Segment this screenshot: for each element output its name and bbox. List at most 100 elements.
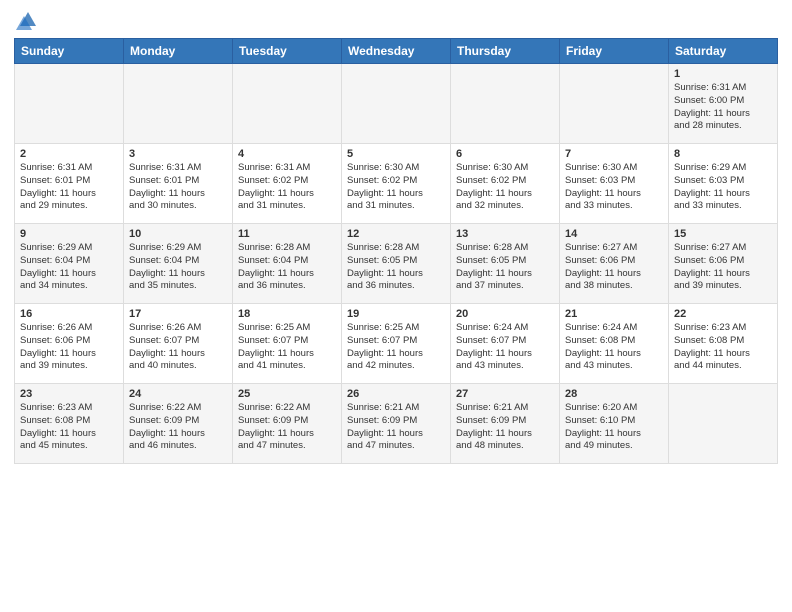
day-info: Sunrise: 6:30 AM Sunset: 6:03 PM Dayligh… — [565, 162, 663, 213]
day-info: Sunrise: 6:21 AM Sunset: 6:09 PM Dayligh… — [347, 402, 445, 453]
day-cell-6: 6 Sunrise: 6:30 AM Sunset: 6:02 PM Daylig… — [451, 144, 560, 224]
day-info: Sunrise: 6:27 AM Sunset: 6:06 PM Dayligh… — [565, 242, 663, 293]
week-row-4: 16 Sunrise: 6:26 AM Sunset: 6:06 PM Dayli… — [15, 304, 778, 384]
day-info: Sunrise: 6:30 AM Sunset: 6:02 PM Dayligh… — [347, 162, 445, 213]
day-number: 20 — [456, 308, 554, 320]
day-info: Sunrise: 6:22 AM Sunset: 6:09 PM Dayligh… — [238, 402, 336, 453]
day-number: 8 — [674, 148, 772, 160]
empty-cell — [233, 64, 342, 144]
calendar-table: SundayMondayTuesdayWednesdayThursdayFrid… — [14, 38, 778, 464]
day-cell-17: 17 Sunrise: 6:26 AM Sunset: 6:07 PM Dayli… — [124, 304, 233, 384]
day-number: 16 — [20, 308, 118, 320]
col-header-friday: Friday — [560, 39, 669, 64]
day-number: 5 — [347, 148, 445, 160]
day-cell-24: 24 Sunrise: 6:22 AM Sunset: 6:09 PM Dayli… — [124, 384, 233, 464]
day-info: Sunrise: 6:23 AM Sunset: 6:08 PM Dayligh… — [20, 402, 118, 453]
logo — [14, 14, 40, 32]
day-info: Sunrise: 6:21 AM Sunset: 6:09 PM Dayligh… — [456, 402, 554, 453]
day-number: 21 — [565, 308, 663, 320]
empty-cell — [342, 64, 451, 144]
day-cell-2: 2Sunrise: 6:31 AM Sunset: 6:01 PM Daylig… — [15, 144, 124, 224]
day-info: Sunrise: 6:31 AM Sunset: 6:02 PM Dayligh… — [238, 162, 336, 213]
day-cell-22: 22 Sunrise: 6:23 AM Sunset: 6:08 PM Dayli… — [669, 304, 778, 384]
day-cell-14: 14 Sunrise: 6:27 AM Sunset: 6:06 PM Dayli… — [560, 224, 669, 304]
day-cell-13: 13Sunrise: 6:28 AM Sunset: 6:05 PM Dayli… — [451, 224, 560, 304]
day-number: 6 — [456, 148, 554, 160]
day-cell-26: 26 Sunrise: 6:21 AM Sunset: 6:09 PM Dayli… — [342, 384, 451, 464]
day-number: 14 — [565, 228, 663, 240]
day-number: 28 — [565, 388, 663, 400]
day-info: Sunrise: 6:24 AM Sunset: 6:08 PM Dayligh… — [565, 322, 663, 373]
day-info: Sunrise: 6:23 AM Sunset: 6:08 PM Dayligh… — [674, 322, 772, 373]
day-info: Sunrise: 6:28 AM Sunset: 6:04 PM Dayligh… — [238, 242, 336, 293]
day-cell-11: 11Sunrise: 6:28 AM Sunset: 6:04 PM Dayli… — [233, 224, 342, 304]
day-info: Sunrise: 6:28 AM Sunset: 6:05 PM Dayligh… — [347, 242, 445, 293]
logo-icon — [16, 8, 40, 32]
day-cell-27: 27 Sunrise: 6:21 AM Sunset: 6:09 PM Dayli… — [451, 384, 560, 464]
day-info: Sunrise: 6:30 AM Sunset: 6:02 PM Dayligh… — [456, 162, 554, 213]
col-header-sunday: Sunday — [15, 39, 124, 64]
logo-text — [14, 14, 40, 32]
day-cell-19: 19 Sunrise: 6:25 AM Sunset: 6:07 PM Dayli… — [342, 304, 451, 384]
day-info: Sunrise: 6:29 AM Sunset: 6:03 PM Dayligh… — [674, 162, 772, 213]
day-info: Sunrise: 6:26 AM Sunset: 6:06 PM Dayligh… — [20, 322, 118, 373]
day-number: 9 — [20, 228, 118, 240]
header — [14, 10, 778, 32]
day-number: 23 — [20, 388, 118, 400]
day-cell-15: 15 Sunrise: 6:27 AM Sunset: 6:06 PM Dayli… — [669, 224, 778, 304]
empty-cell — [15, 64, 124, 144]
calendar-header-row: SundayMondayTuesdayWednesdayThursdayFrid… — [15, 39, 778, 64]
empty-cell — [560, 64, 669, 144]
week-row-1: 1Sunrise: 6:31 AM Sunset: 6:00 PM Daylig… — [15, 64, 778, 144]
week-row-2: 2Sunrise: 6:31 AM Sunset: 6:01 PM Daylig… — [15, 144, 778, 224]
day-info: Sunrise: 6:31 AM Sunset: 6:01 PM Dayligh… — [20, 162, 118, 213]
day-number: 25 — [238, 388, 336, 400]
week-row-3: 9 Sunrise: 6:29 AM Sunset: 6:04 PM Daylig… — [15, 224, 778, 304]
day-info: Sunrise: 6:26 AM Sunset: 6:07 PM Dayligh… — [129, 322, 227, 373]
day-info: Sunrise: 6:31 AM Sunset: 6:00 PM Dayligh… — [674, 82, 772, 133]
day-number: 4 — [238, 148, 336, 160]
day-cell-16: 16 Sunrise: 6:26 AM Sunset: 6:06 PM Dayli… — [15, 304, 124, 384]
day-info: Sunrise: 6:25 AM Sunset: 6:07 PM Dayligh… — [347, 322, 445, 373]
day-number: 26 — [347, 388, 445, 400]
day-number: 3 — [129, 148, 227, 160]
day-cell-23: 23 Sunrise: 6:23 AM Sunset: 6:08 PM Dayli… — [15, 384, 124, 464]
day-cell-7: 7 Sunrise: 6:30 AM Sunset: 6:03 PM Daylig… — [560, 144, 669, 224]
day-cell-25: 25 Sunrise: 6:22 AM Sunset: 6:09 PM Dayli… — [233, 384, 342, 464]
day-cell-5: 5 Sunrise: 6:30 AM Sunset: 6:02 PM Daylig… — [342, 144, 451, 224]
day-cell-12: 12 Sunrise: 6:28 AM Sunset: 6:05 PM Dayli… — [342, 224, 451, 304]
col-header-monday: Monday — [124, 39, 233, 64]
day-number: 19 — [347, 308, 445, 320]
col-header-thursday: Thursday — [451, 39, 560, 64]
col-header-wednesday: Wednesday — [342, 39, 451, 64]
day-info: Sunrise: 6:31 AM Sunset: 6:01 PM Dayligh… — [129, 162, 227, 213]
day-cell-21: 21 Sunrise: 6:24 AM Sunset: 6:08 PM Dayli… — [560, 304, 669, 384]
day-cell-1: 1Sunrise: 6:31 AM Sunset: 6:00 PM Daylig… — [669, 64, 778, 144]
empty-cell — [669, 384, 778, 464]
day-info: Sunrise: 6:24 AM Sunset: 6:07 PM Dayligh… — [456, 322, 554, 373]
day-number: 27 — [456, 388, 554, 400]
day-info: Sunrise: 6:25 AM Sunset: 6:07 PM Dayligh… — [238, 322, 336, 373]
day-cell-3: 3 Sunrise: 6:31 AM Sunset: 6:01 PM Daylig… — [124, 144, 233, 224]
day-info: Sunrise: 6:20 AM Sunset: 6:10 PM Dayligh… — [565, 402, 663, 453]
day-cell-8: 8 Sunrise: 6:29 AM Sunset: 6:03 PM Daylig… — [669, 144, 778, 224]
empty-cell — [124, 64, 233, 144]
day-number: 18 — [238, 308, 336, 320]
day-info: Sunrise: 6:29 AM Sunset: 6:04 PM Dayligh… — [129, 242, 227, 293]
day-number: 13 — [456, 228, 554, 240]
empty-cell — [451, 64, 560, 144]
day-number: 24 — [129, 388, 227, 400]
col-header-tuesday: Tuesday — [233, 39, 342, 64]
week-row-5: 23 Sunrise: 6:23 AM Sunset: 6:08 PM Dayli… — [15, 384, 778, 464]
day-cell-28: 28 Sunrise: 6:20 AM Sunset: 6:10 PM Dayli… — [560, 384, 669, 464]
day-number: 10 — [129, 228, 227, 240]
col-header-saturday: Saturday — [669, 39, 778, 64]
day-info: Sunrise: 6:27 AM Sunset: 6:06 PM Dayligh… — [674, 242, 772, 293]
day-number: 22 — [674, 308, 772, 320]
day-info: Sunrise: 6:22 AM Sunset: 6:09 PM Dayligh… — [129, 402, 227, 453]
day-cell-4: 4 Sunrise: 6:31 AM Sunset: 6:02 PM Daylig… — [233, 144, 342, 224]
day-number: 12 — [347, 228, 445, 240]
day-number: 17 — [129, 308, 227, 320]
day-number: 7 — [565, 148, 663, 160]
day-number: 15 — [674, 228, 772, 240]
